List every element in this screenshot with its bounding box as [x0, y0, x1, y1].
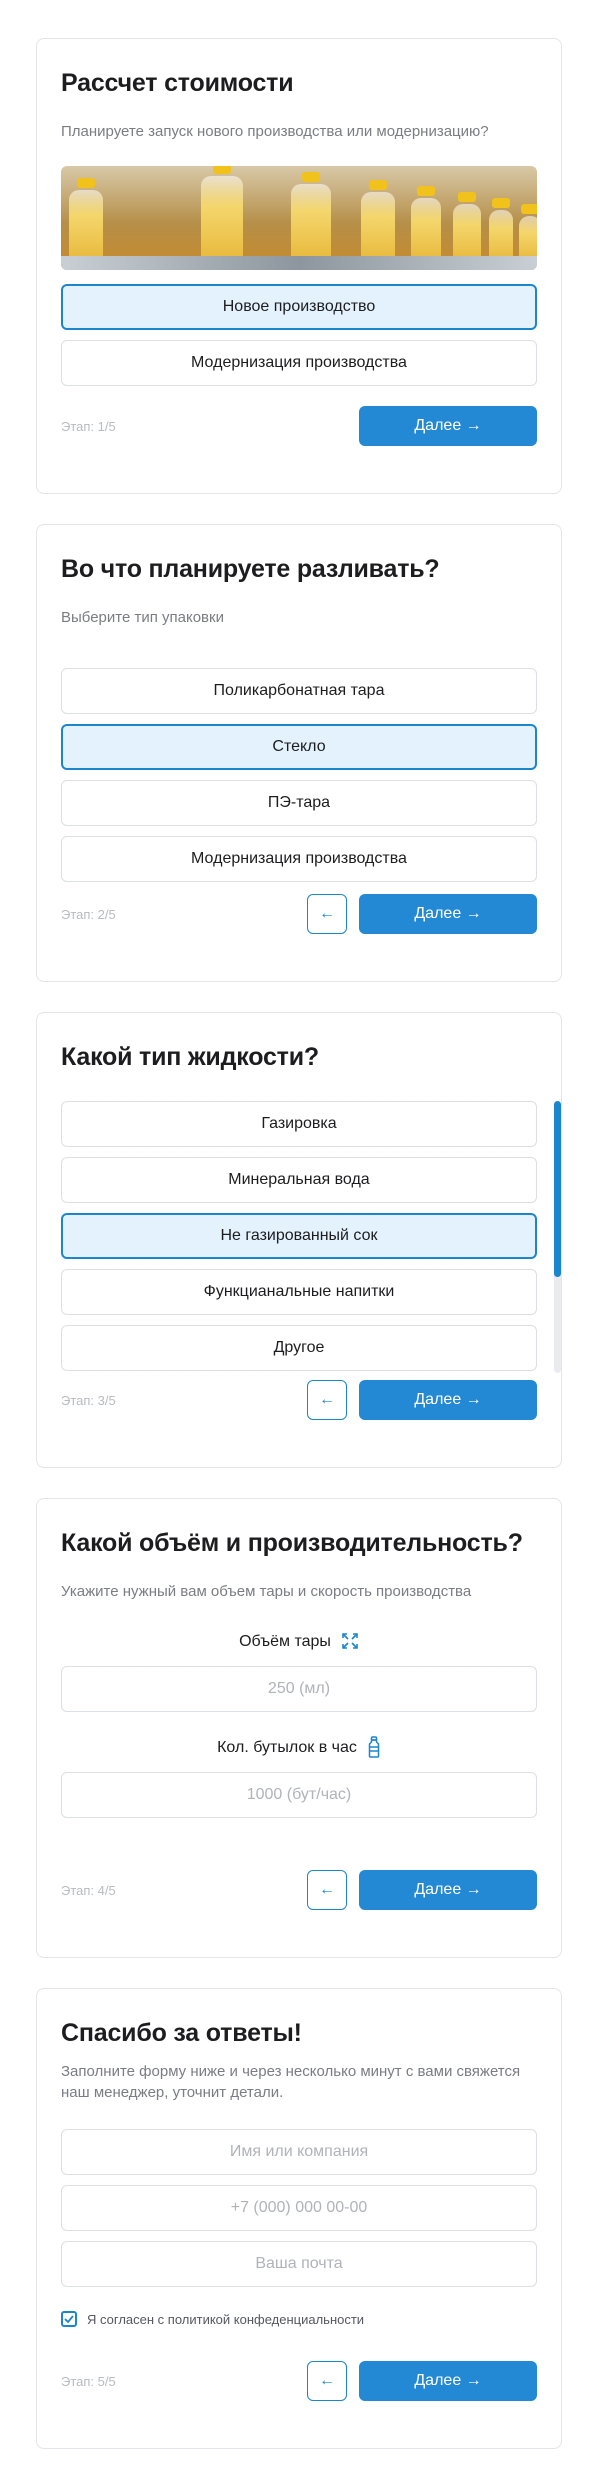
option-soda[interactable]: Газировка — [61, 1101, 537, 1147]
checkmark-icon — [64, 2315, 74, 2323]
contact-form — [61, 2129, 537, 2297]
option-modernization[interactable]: Модернизация производства — [61, 836, 537, 882]
volume-label-row: Объём тары — [61, 1632, 537, 1652]
step4-footer: Этап: 4/5 ← Далее → — [61, 1870, 537, 1910]
stage-indicator: Этап: 5/5 — [61, 2373, 116, 2389]
option-pe[interactable]: ПЭ-тара — [61, 780, 537, 826]
step5-subtitle: Заполните форму ниже и через несколько м… — [61, 2063, 521, 2101]
rate-label: Кол. бутылок в час — [217, 1739, 357, 1756]
options-scrollbar[interactable] — [554, 1101, 561, 1373]
step1-subtitle: Планируете запуск нового производства ил… — [61, 123, 489, 140]
option-modernization[interactable]: Модернизация производства — [61, 340, 537, 386]
next-button[interactable]: Далее → — [359, 894, 537, 934]
step5-footer: Этап: 5/5 ← Далее → — [61, 2361, 537, 2401]
consent-row: Я согласен с политикой конфеденциальност… — [61, 2311, 537, 2327]
option-functional-drinks[interactable]: Функцианальные напитки — [61, 1269, 537, 1315]
back-button[interactable]: ← — [307, 1380, 347, 1420]
consent-checkbox[interactable] — [61, 2311, 77, 2327]
step1-card: Рассчет стоимости Планируете запуск ново… — [36, 38, 562, 494]
step3-card: Какой тип жидкости? Газировка Минеральна… — [36, 1012, 562, 1468]
step4-subtitle: Укажите нужный вам объем тары и скорость… — [61, 1583, 472, 1600]
arrow-left-icon: ← — [319, 1881, 335, 1898]
next-button[interactable]: Далее → — [359, 1870, 537, 1910]
step2-options: Поликарбонатная тара Стекло ПЭ-тара Моде… — [61, 668, 537, 882]
arrow-left-icon: ← — [319, 1391, 335, 1408]
volume-label: Объём тары — [239, 1633, 331, 1650]
step2-card: Во что планируете разливать? Выберите ти… — [36, 524, 562, 982]
step4-title: Какой объём и производительность? — [61, 1529, 523, 1557]
step3-title: Какой тип жидкости? — [61, 1043, 319, 1071]
email-input[interactable] — [61, 2241, 537, 2287]
production-line-image — [61, 166, 537, 270]
step5-title: Спасибо за ответы! — [61, 2019, 302, 2047]
next-button[interactable]: Далее → — [359, 1380, 537, 1420]
step2-subtitle: Выберите тип упаковки — [61, 609, 224, 626]
arrow-left-icon: ← — [319, 2372, 335, 2389]
option-glass[interactable]: Стекло — [61, 724, 537, 770]
stage-indicator: Этап: 2/5 — [61, 906, 116, 922]
step4-card: Какой объём и производительность? Укажит… — [36, 1498, 562, 1958]
next-button[interactable]: Далее → — [359, 2361, 537, 2401]
bottle-icon — [367, 1735, 381, 1761]
phone-input[interactable] — [61, 2185, 537, 2231]
arrow-left-icon: ← — [319, 905, 335, 922]
step5-card: Спасибо за ответы! Заполните форму ниже … — [36, 1988, 562, 2449]
scrollbar-thumb[interactable] — [554, 1101, 561, 1277]
step1-options: Новое производство Модернизация производ… — [61, 284, 537, 386]
step3-footer: Этап: 3/5 ← Далее → — [61, 1380, 537, 1420]
next-button[interactable]: Далее → — [359, 406, 537, 446]
option-polycarbonate[interactable]: Поликарбонатная тара — [61, 668, 537, 714]
volume-input[interactable] — [61, 1666, 537, 1712]
option-other[interactable]: Другое — [61, 1325, 537, 1371]
stage-indicator: Этап: 3/5 — [61, 1392, 116, 1408]
rate-label-row: Кол. бутылок в час — [61, 1735, 537, 1761]
stage-indicator: Этап: 1/5 — [61, 418, 116, 434]
step1-footer: Этап: 1/5 Далее → — [61, 406, 537, 446]
step1-title: Рассчет стоимости — [61, 69, 294, 97]
expand-arrows-icon — [341, 1632, 359, 1653]
option-mineral-water[interactable]: Минеральная вода — [61, 1157, 537, 1203]
back-button[interactable]: ← — [307, 894, 347, 934]
step3-options: Газировка Минеральная вода Не газированн… — [61, 1101, 561, 1373]
step2-footer: Этап: 2/5 ← Далее → — [61, 894, 537, 934]
option-still-juice[interactable]: Не газированный сок — [61, 1213, 537, 1259]
option-new-production[interactable]: Новое производство — [61, 284, 537, 330]
rate-input[interactable] — [61, 1772, 537, 1818]
consent-label: Я согласен с политикой конфеденциальност… — [87, 2311, 365, 2327]
stage-indicator: Этап: 4/5 — [61, 1882, 116, 1898]
step2-title: Во что планируете разливать? — [61, 555, 440, 583]
back-button[interactable]: ← — [307, 2361, 347, 2401]
back-button[interactable]: ← — [307, 1870, 347, 1910]
name-input[interactable] — [61, 2129, 537, 2175]
